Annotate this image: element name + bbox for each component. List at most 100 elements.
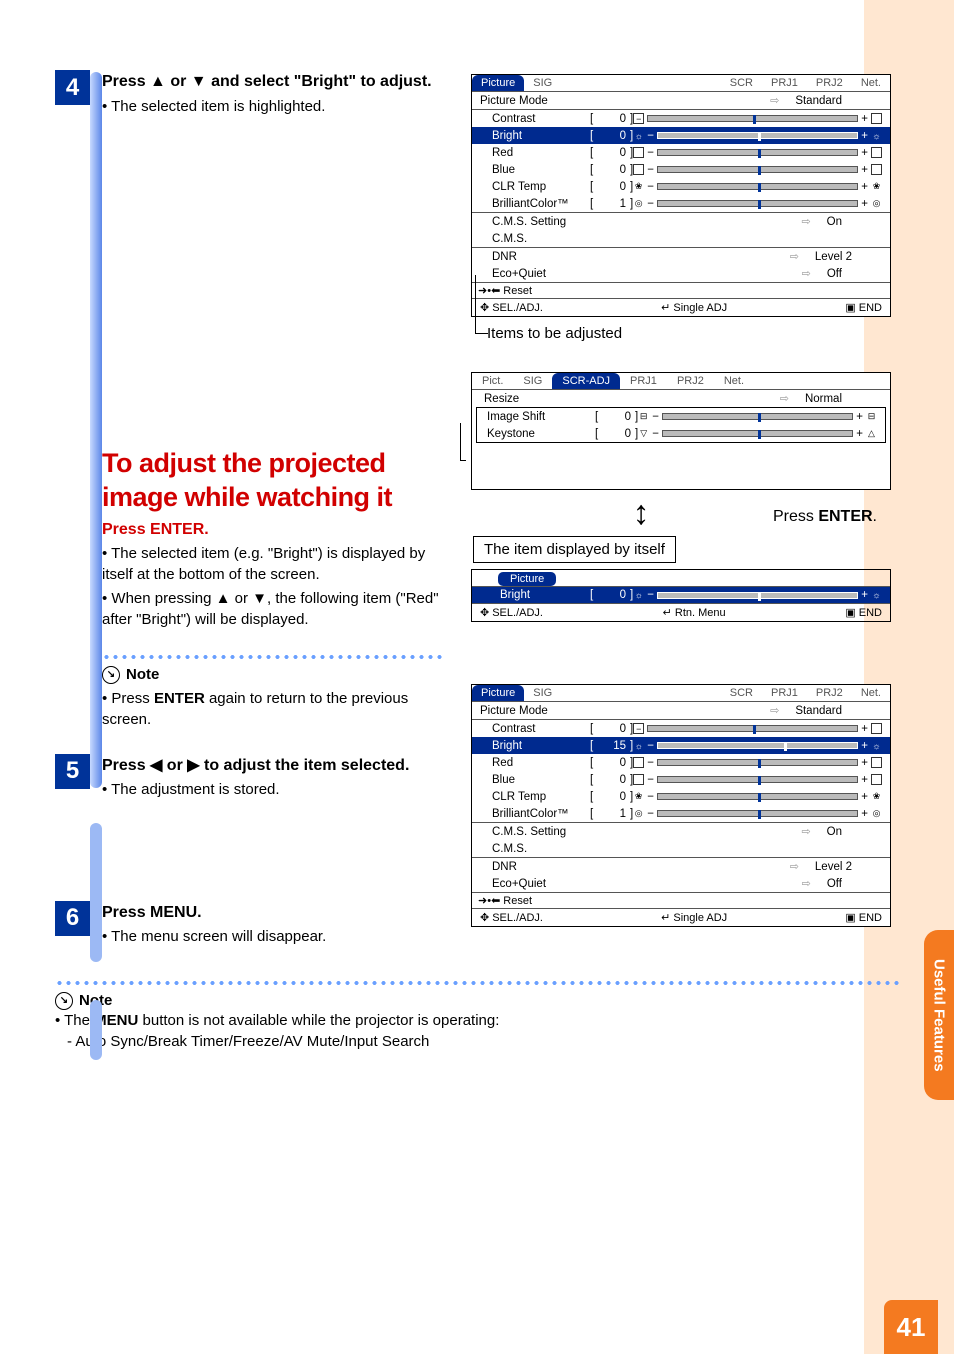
row-image-shift[interactable]: Image Shift [0] ⊟−+⊟	[477, 408, 885, 425]
tab-net[interactable]: Net.	[852, 75, 890, 91]
end-icon: ▣	[845, 301, 855, 314]
sun-plus-icon: ☼	[871, 590, 882, 601]
osd-single-bright: Picture Bright [0] ☼−+☼ ✥SEL./ADJ. ↵Rtn.…	[471, 569, 891, 622]
dpad-icon: ✥	[480, 606, 489, 619]
row-bright-single[interactable]: Bright [0] ☼−+☼	[472, 587, 890, 603]
row-blue[interactable]: Blue [0] −+	[472, 771, 890, 788]
plus-box-icon	[871, 774, 882, 785]
row-brilliant[interactable]: BrilliantColor™ [1] ◎−+◎	[472, 805, 890, 822]
row-red[interactable]: Red [0] −+	[472, 144, 890, 161]
row-dnr[interactable]: DNR ⇨ Level 2	[472, 858, 890, 875]
tab-scr[interactable]: SCR	[721, 685, 762, 701]
row-cms-setting[interactable]: C.M.S. Setting ⇨ On	[472, 823, 890, 840]
row-cms[interactable]: C.M.S.	[472, 840, 890, 857]
arrow-right-icon: ⇨	[802, 267, 815, 280]
step-number-6: 6	[55, 901, 90, 936]
row-bright[interactable]: Bright [15] ☼−+☼	[472, 737, 890, 754]
row-clr-temp[interactable]: CLR Temp [0] ❀−+❀	[472, 178, 890, 195]
row-picture-mode[interactable]: Picture Mode ⇨ Standard	[472, 702, 890, 719]
row-red[interactable]: Red [0] −+	[472, 754, 890, 771]
step-5: 5 Press ◀ or ▶ to adjust the item select…	[55, 754, 445, 801]
row-brilliant[interactable]: BrilliantColor™ [1] ◎−+◎	[472, 195, 890, 212]
row-reset[interactable]: ➜•⬅Reset	[472, 893, 890, 908]
shift-plus-icon: ⊟	[866, 411, 877, 422]
row-reset[interactable]: ➜•⬅Reset	[472, 283, 890, 298]
row-eco[interactable]: Eco+Quiet ⇨ Off	[472, 875, 890, 892]
osd-picture-menu-1: Picture SIG SCR PRJ1 PRJ2 Net. Picture M…	[471, 74, 891, 317]
tab-picture[interactable]: Picture	[472, 75, 524, 91]
keystone-plus-icon: △	[866, 428, 877, 439]
note1-text: • Press ENTER again to return to the pre…	[102, 690, 408, 728]
temp-plus-icon: ❀	[871, 791, 882, 802]
circle-minus-icon: ◎	[633, 808, 644, 819]
press-enter: Press ENTER.	[102, 521, 445, 539]
left-gutter-bar-2	[90, 823, 102, 962]
bottom-note-line2: - Auto Sync/Break Timer/Freeze/AV Mute/I…	[55, 1031, 899, 1052]
note-icon: ↘	[55, 992, 73, 1010]
tab-prj1[interactable]: PRJ1	[762, 75, 807, 91]
row-keystone[interactable]: Keystone [0] ▽−+△	[477, 425, 885, 442]
reset-icon: ➜•⬅	[478, 894, 500, 907]
note-label: Note	[126, 666, 159, 683]
row-eco[interactable]: Eco+Quiet ⇨ Off	[472, 265, 890, 282]
sun-minus-icon: ☼	[633, 130, 644, 141]
arrow-right-icon: ⇨	[780, 392, 793, 405]
tab-picture[interactable]: Picture	[472, 685, 524, 701]
bottom-note: ↘ Note • The MENU button is not availabl…	[55, 992, 899, 1052]
minus-icon: −	[633, 723, 644, 734]
tab-sig[interactable]: SIG	[524, 685, 561, 701]
dpad-icon: ✥	[480, 911, 489, 924]
minus-icon	[633, 774, 644, 785]
minus-icon	[633, 147, 644, 158]
tab-sig[interactable]: SIG	[524, 75, 561, 91]
step4-title: Press ▲ or ▼ and select "Bright" to adju…	[102, 72, 445, 93]
item-displayed-caption: The item displayed by itself	[473, 536, 676, 563]
tab-prj2[interactable]: PRJ2	[667, 373, 714, 389]
tab-prj1[interactable]: PRJ1	[620, 373, 667, 389]
tab-scr[interactable]: SCR	[721, 75, 762, 91]
row-bright[interactable]: Bright [0] ☼−+☼	[472, 127, 890, 144]
tab-picture: Picture	[498, 572, 556, 586]
row-clr-temp[interactable]: CLR Temp [0] ❀−+❀	[472, 788, 890, 805]
note-block-1: ↘ Note • Press ENTER again to return to …	[102, 646, 445, 730]
tab-prj1[interactable]: PRJ1	[762, 685, 807, 701]
tab-prj2[interactable]: PRJ2	[807, 75, 852, 91]
tab-net[interactable]: Net.	[714, 373, 754, 389]
osd-footer: ✥SEL./ADJ. ↵Single ADJ ▣END	[472, 299, 890, 316]
press-enter-label: Press ENTER.	[661, 508, 891, 526]
step-6: 6 Press MENU. • The menu screen will dis…	[55, 901, 445, 948]
row-contrast[interactable]: Contrast [0] −+	[472, 720, 890, 737]
arrow-right-icon: ⇨	[770, 94, 783, 107]
dotted-rule-bottom	[55, 980, 899, 986]
osd-footer: ✥SEL./ADJ. ↵Rtn. Menu ▣END	[472, 604, 890, 621]
enter-icon: ↵	[661, 911, 670, 924]
step5-title: Press ◀ or ▶ to adjust the item selected…	[102, 756, 445, 777]
sun-plus-icon: ☼	[871, 740, 882, 751]
plus-box-icon	[871, 723, 882, 734]
tab-net[interactable]: Net.	[852, 685, 890, 701]
row-contrast[interactable]: Contrast [0] −+	[472, 110, 890, 127]
tab-pict[interactable]: Pict.	[472, 373, 513, 389]
temp-minus-icon: ❀	[633, 181, 644, 192]
plus-box-icon	[871, 757, 882, 768]
temp-plus-icon: ❀	[871, 181, 882, 192]
row-resize[interactable]: Resize ⇨ Normal	[472, 390, 890, 407]
plus-box-icon	[871, 164, 882, 175]
row-blue[interactable]: Blue [0] −+	[472, 161, 890, 178]
minus-icon	[633, 164, 644, 175]
step4-bullet: • The selected item is highlighted.	[102, 97, 445, 117]
tab-sig[interactable]: SIG	[513, 373, 552, 389]
row-cms[interactable]: C.M.S.	[472, 230, 890, 247]
sub-bullets: • The selected item (e.g. "Bright") is d…	[102, 543, 445, 630]
tab-prj2[interactable]: PRJ2	[807, 685, 852, 701]
tab-scr-adj[interactable]: SCR-ADJ	[552, 373, 620, 389]
step6-bullet: • The menu screen will disappear.	[102, 927, 445, 947]
row-cms-setting[interactable]: C.M.S. Setting ⇨ On	[472, 213, 890, 230]
row-picture-mode[interactable]: Picture Mode ⇨ Standard	[472, 92, 890, 109]
items-caption: Items to be adjusted	[487, 325, 891, 342]
shift-minus-icon: ⊟	[638, 411, 649, 422]
sun-minus-icon: ☼	[633, 590, 644, 601]
row-dnr[interactable]: DNR ⇨ Level 2	[472, 248, 890, 265]
plus-box-icon	[871, 147, 882, 158]
arrow-right-icon: ⇨	[790, 250, 803, 263]
